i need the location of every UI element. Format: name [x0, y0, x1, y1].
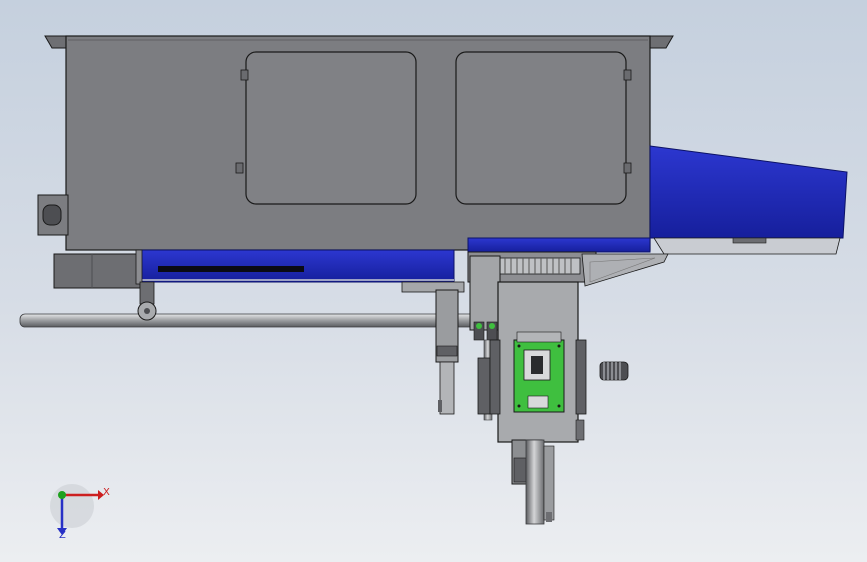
inspection-door-right	[455, 51, 632, 205]
sensor-bracket	[401, 281, 465, 415]
spindle-housing	[489, 281, 587, 443]
y-axis-point	[58, 491, 66, 499]
left-lifting-lug	[37, 194, 69, 236]
spindle-shaft	[511, 439, 555, 525]
cad-viewport[interactable]: X Z	[0, 0, 867, 562]
control-pcb	[513, 331, 565, 413]
main-housing	[37, 35, 679, 251]
discharge-chute	[649, 145, 848, 255]
axis-z-label: Z	[59, 530, 66, 541]
bearing-part	[599, 361, 629, 381]
drive-motor	[53, 249, 143, 289]
inspection-door-left	[235, 51, 417, 205]
coordinate-triad	[50, 484, 104, 535]
axis-x-label: X	[103, 487, 110, 498]
cad-model-view[interactable]	[0, 0, 867, 562]
